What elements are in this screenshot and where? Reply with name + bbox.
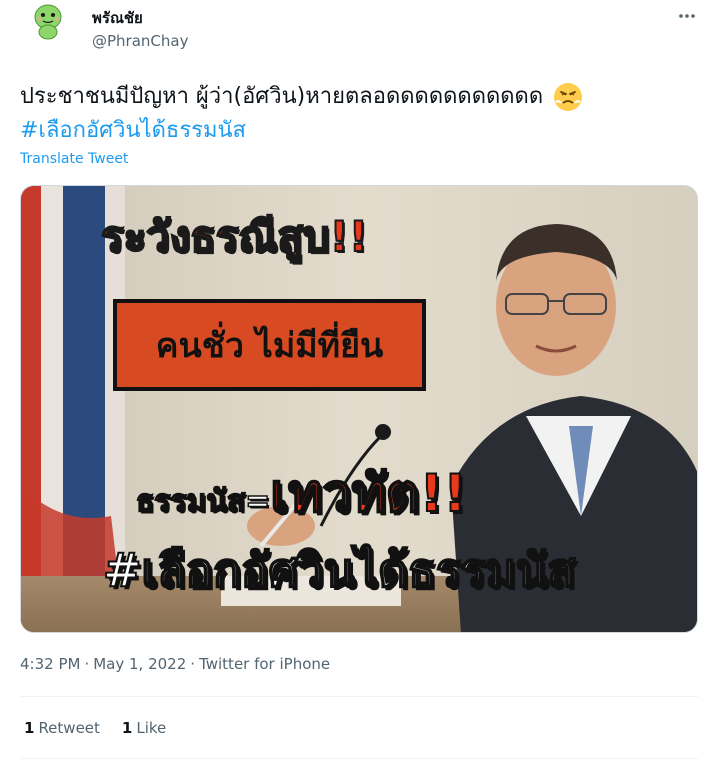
retweets-count: 1 bbox=[24, 719, 35, 737]
tweet-body-text: ประชาชนมีปัญหา ผู้ว่า(อัศวิน)หายตลอดดดดด… bbox=[20, 84, 544, 109]
hashtag-link[interactable]: #เลือกอัศวินได้ธรรมนัส bbox=[20, 114, 246, 148]
tweet-date[interactable]: May 1, 2022 bbox=[93, 655, 186, 673]
user-handle[interactable]: @PhranChay bbox=[92, 32, 188, 50]
image-red-box: คนชั่ว ไม่มีที่ยืน bbox=[113, 299, 426, 391]
tweet-meta: 4:32 PM · May 1, 2022 · Twitter for iPho… bbox=[20, 655, 330, 673]
image-box-text: คนชั่ว ไม่มีที่ยืน bbox=[155, 326, 384, 366]
likes-label: Like bbox=[136, 719, 167, 737]
more-dots-icon bbox=[679, 14, 695, 18]
tweet-image[interactable]: ระวังธรณีสูบ!! คนชั่ว ไม่มีที่ยืน ธรรมนั… bbox=[20, 185, 698, 633]
retweets-stat[interactable]: 1 Retweet bbox=[24, 719, 100, 737]
meta-separator: · bbox=[190, 655, 196, 673]
tweet-stats: 1 Retweet 1 Like bbox=[24, 719, 166, 737]
tweet-card: พรัณชัย @PhranChay ประชาชนมีปัญหา ผู้ว่า… bbox=[0, 0, 709, 761]
avatar[interactable] bbox=[28, 0, 68, 40]
tweet-source[interactable]: Twitter for iPhone bbox=[199, 655, 330, 673]
tweet-text: ประชาชนมีปัญหา ผู้ว่า(อัศวิน)หายตลอดดดดด… bbox=[20, 80, 690, 148]
image-hashtag-text: #เลือกอัศวินได้ธรรมนัส bbox=[102, 542, 576, 598]
likes-stat[interactable]: 1 Like bbox=[122, 719, 166, 737]
image-equation-name: ธรรมนัส= bbox=[135, 483, 271, 520]
image-equation-result: เทวทัต!! bbox=[269, 463, 468, 525]
tweet-time[interactable]: 4:32 PM bbox=[20, 655, 80, 673]
angry-face-emoji-icon bbox=[553, 82, 583, 112]
tweet-text-line: ประชาชนมีปัญหา ผู้ว่า(อัศวิน)หายตลอดดดดด… bbox=[20, 80, 690, 114]
more-options-button[interactable] bbox=[672, 6, 702, 26]
retweets-label: Retweet bbox=[38, 719, 100, 737]
image-equation: ธรรมนัส= เทวทัต!! bbox=[135, 451, 468, 534]
divider bbox=[20, 758, 698, 759]
translate-tweet-link[interactable]: Translate Tweet bbox=[20, 151, 128, 167]
likes-count: 1 bbox=[121, 719, 133, 737]
divider bbox=[20, 696, 698, 697]
display-name[interactable]: พรัณชัย bbox=[92, 6, 143, 30]
image-warning-text: ระวังธรณีสูบ!! bbox=[100, 211, 369, 262]
green-cartoon-avatar-icon bbox=[28, 0, 68, 40]
tweet-hashtag-line: #เลือกอัศวินได้ธรรมนัส bbox=[20, 114, 690, 148]
meta-separator: · bbox=[84, 655, 90, 673]
